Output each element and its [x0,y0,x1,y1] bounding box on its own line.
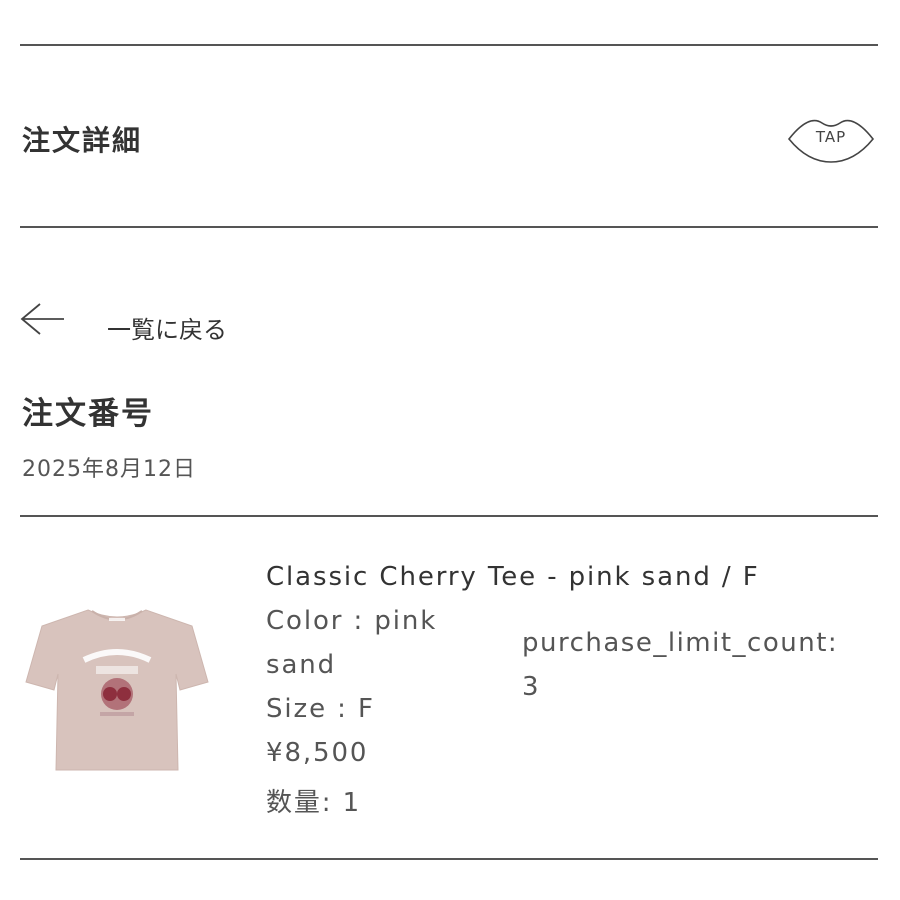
back-to-list-label: 一覧に戻る [107,316,227,344]
product-name[interactable]: Classic Cherry Tee - pink sand / F [266,562,760,592]
purchase-limit-value: 3 [522,672,541,702]
product-quantity: 数量: 1 [266,788,362,818]
order-detail-page: 注文詳細 TAP 一覧に戻る 注文番号 2025年8月12日 Classic C… [0,0,900,900]
page-title: 注文詳細 [22,124,143,157]
product-size: Size : F [266,694,375,724]
product-price: ¥8,500 [266,738,369,768]
tap-label: TAP [815,128,847,146]
order-date: 2025年8月12日 [22,457,196,482]
arrow-left-icon [20,303,64,335]
item-bottom-divider [20,858,878,860]
order-number-heading: 注文番号 [22,396,154,432]
top-divider [20,44,878,46]
tap-button[interactable]: TAP [786,113,876,165]
back-to-list-link[interactable]: 一覧に戻る [20,298,260,344]
product-image-tshirt[interactable] [24,604,210,776]
header-divider [20,226,878,228]
purchase-limit-label: purchase_limit_count: [522,628,839,658]
product-color-value: sand [266,650,337,680]
item-top-divider [20,515,878,517]
product-color-label: Color : pink [266,606,438,636]
